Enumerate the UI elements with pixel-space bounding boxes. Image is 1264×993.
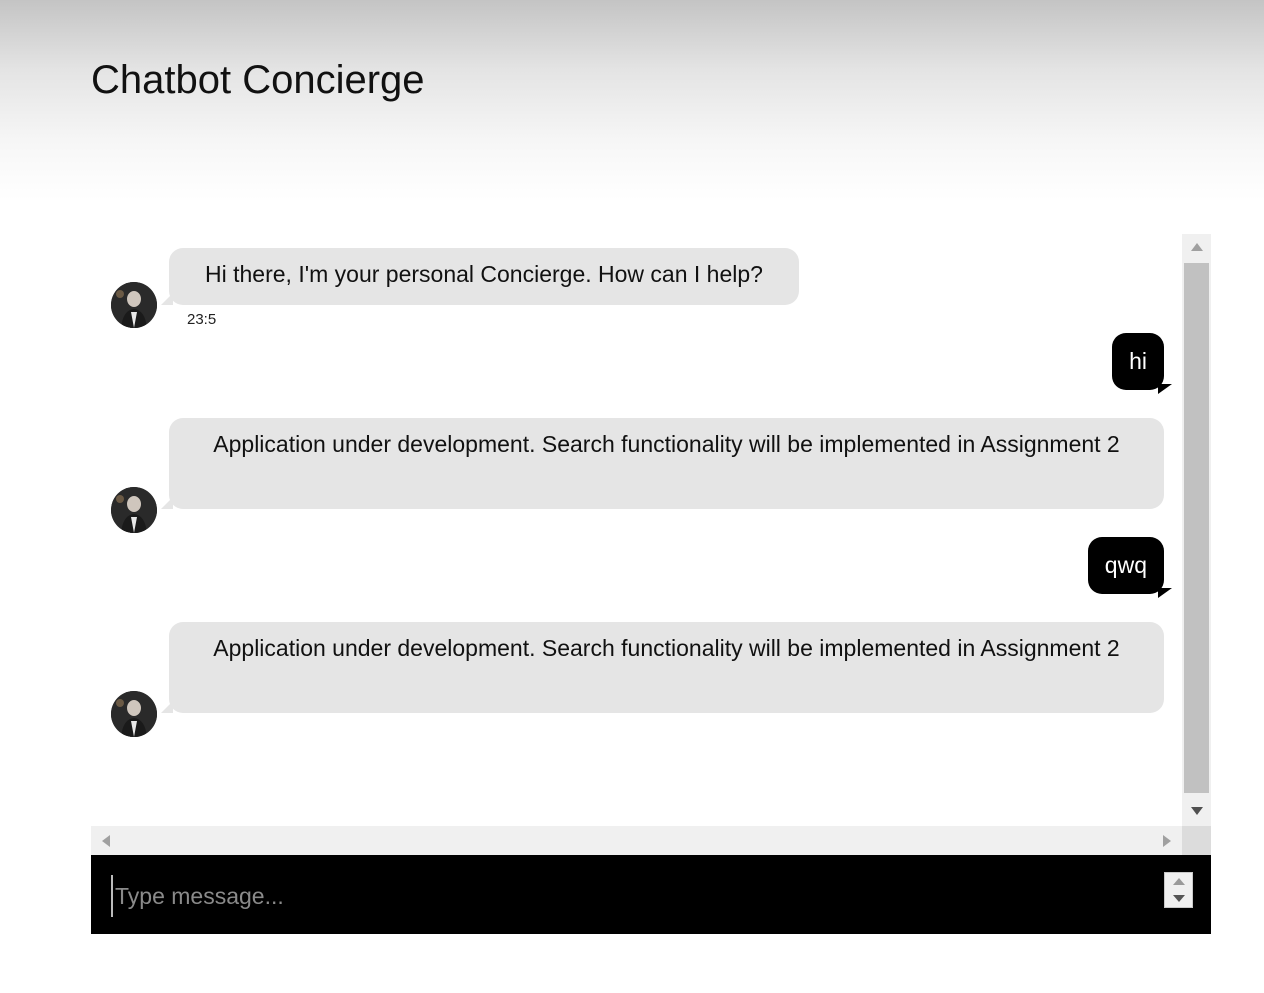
spinner-down-icon[interactable]	[1165, 890, 1192, 907]
vertical-scrollbar[interactable]	[1182, 234, 1211, 826]
bot-avatar	[111, 487, 157, 533]
triangle-left-icon[interactable]	[93, 826, 119, 855]
triangle-up-icon[interactable]	[1182, 234, 1211, 260]
bot-message-text: Hi there, I'm your personal Concierge. H…	[205, 261, 763, 287]
bot-message-bubble: Hi there, I'm your personal Concierge. H…	[161, 248, 799, 305]
message-list[interactable]: Hi there, I'm your personal Concierge. H…	[91, 234, 1182, 826]
bot-message-bubble: Application under development. Search fu…	[161, 622, 1164, 713]
bot-message-text: Application under development. Search fu…	[213, 431, 1120, 457]
spinner-up-icon[interactable]	[1165, 873, 1192, 890]
user-message-text: hi	[1129, 348, 1147, 374]
user-message-bubble: qwq	[1087, 537, 1164, 594]
bot-message-text: Application under development. Search fu…	[213, 635, 1120, 661]
user-message-bubble: hi	[1112, 333, 1164, 390]
page-title: Chatbot Concierge	[91, 58, 425, 102]
input-spinner[interactable]	[1164, 872, 1193, 908]
bot-avatar	[111, 282, 157, 328]
user-message-text: qwq	[1104, 552, 1147, 578]
scrollbar-corner	[1182, 826, 1211, 855]
chat-panel: Hi there, I'm your personal Concierge. H…	[91, 234, 1211, 855]
message-input[interactable]	[111, 875, 1157, 917]
triangle-right-icon[interactable]	[1154, 826, 1180, 855]
bot-avatar	[111, 691, 157, 737]
vertical-scrollbar-thumb[interactable]	[1184, 263, 1209, 793]
triangle-down-icon[interactable]	[1182, 798, 1211, 824]
bot-message-bubble: Application under development. Search fu…	[161, 418, 1164, 509]
message-timestamp: 23:5	[187, 311, 217, 328]
horizontal-scrollbar[interactable]	[91, 826, 1182, 855]
composer-bar	[91, 855, 1211, 934]
